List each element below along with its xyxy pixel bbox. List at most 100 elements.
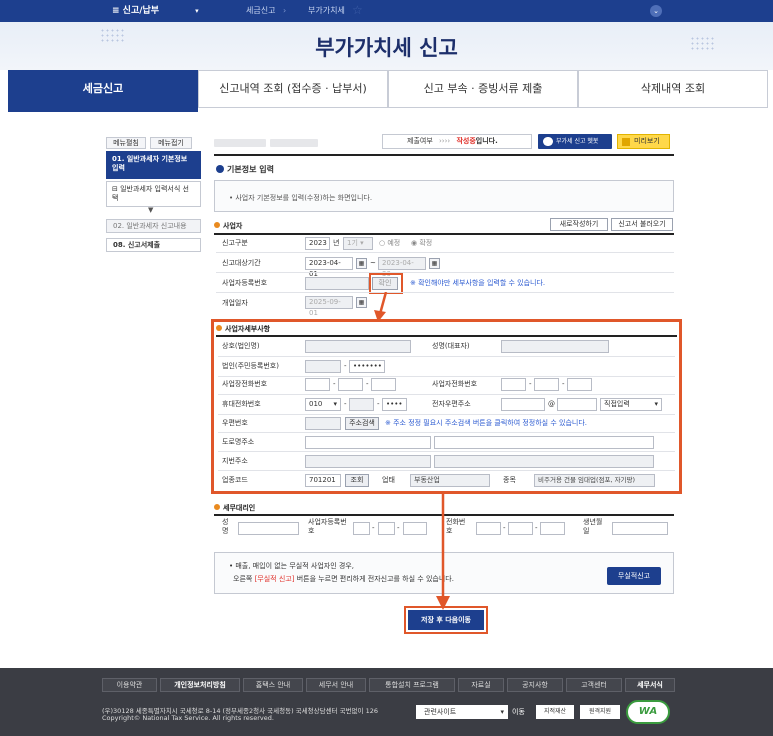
company-name-input[interactable] bbox=[305, 340, 411, 353]
email-id-input[interactable] bbox=[501, 398, 545, 411]
agent-name-input[interactable] bbox=[238, 522, 299, 535]
biz-tel-3-input[interactable] bbox=[371, 378, 396, 391]
footer-link-support[interactable]: 고객센터 bbox=[566, 678, 622, 692]
biz-tel-2-input[interactable] bbox=[338, 378, 363, 391]
footer-link-hometax[interactable]: 홈택스 안내 bbox=[243, 678, 303, 692]
agent-tel-3-input[interactable] bbox=[540, 522, 565, 535]
open-date-input[interactable]: 2025-09-01 bbox=[305, 296, 353, 317]
expand-circle-icon[interactable]: ⌄ bbox=[650, 5, 662, 17]
arrow-down-icon bbox=[436, 492, 450, 610]
agent-regno-label: 사업자등록번호 bbox=[308, 518, 347, 535]
regno-input[interactable] bbox=[305, 277, 369, 290]
breadcrumb-vat[interactable]: 부가가치세 bbox=[308, 0, 345, 22]
footer-link-forms[interactable]: 세무서식 bbox=[625, 678, 675, 692]
help-bot-label: 부가세 신고 헷봇 bbox=[556, 138, 599, 145]
menu-collapse-button[interactable]: 메뉴접기 bbox=[150, 137, 192, 149]
business-kind-input[interactable]: 비주거용 건물 임대업(점포, 자기땅) bbox=[534, 474, 655, 487]
top-nav-bar: ≡ 신고/납부 ▾ 세금신고 › 부가가치세 ☆ ⌄ bbox=[0, 0, 773, 22]
footer-link-notice[interactable]: 공지사항 bbox=[507, 678, 563, 692]
zip-input[interactable] bbox=[305, 417, 341, 430]
step-submit[interactable]: 08. 신고서제출 bbox=[106, 238, 201, 252]
footer-link-library[interactable]: 자료실 bbox=[458, 678, 504, 692]
dash: - bbox=[562, 380, 565, 388]
row-divider bbox=[218, 356, 675, 357]
road-address-detail-input[interactable] bbox=[434, 436, 654, 449]
tab-tax-return[interactable]: 세금신고 bbox=[8, 70, 198, 112]
mobile-mid-input[interactable] bbox=[349, 398, 374, 411]
help-bot-button[interactable]: 부가세 신고 헷봇 bbox=[538, 134, 612, 149]
footer-link-privacy[interactable]: 개인정보처리방침 bbox=[160, 678, 240, 692]
road-address-input[interactable] bbox=[305, 436, 431, 449]
menu-expand-button[interactable]: 메뉴펼침 bbox=[106, 137, 146, 149]
industry-lookup-button[interactable]: 조회 bbox=[345, 474, 369, 487]
calendar-icon[interactable]: ▦ bbox=[356, 297, 367, 308]
null-report-pre: 오른쪽 bbox=[233, 575, 253, 583]
home-tel-1-input[interactable] bbox=[501, 378, 526, 391]
period-from-input[interactable]: 2023-04-01 bbox=[305, 257, 353, 278]
rep-name-input[interactable] bbox=[501, 340, 609, 353]
main-menu-label: ≡ 신고/납부 bbox=[112, 6, 160, 16]
mobile-prefix-select[interactable]: 010 ▾ bbox=[305, 398, 341, 411]
section-detail-title: 사업자세부사항 bbox=[216, 324, 270, 334]
radio-final[interactable]: ◉ 확정 bbox=[411, 237, 432, 250]
main-menu-button[interactable]: ≡ 신고/납부 ▾ bbox=[112, 0, 199, 22]
corpno-front-input[interactable] bbox=[305, 360, 341, 373]
agent-tel-2-input[interactable] bbox=[508, 522, 533, 535]
email-domain-select[interactable]: 직접입력 ▾ bbox=[600, 398, 662, 411]
year-input[interactable]: 2023 bbox=[305, 237, 330, 250]
biz-tel-1-input[interactable] bbox=[305, 378, 330, 391]
tilde: ~ bbox=[370, 259, 376, 267]
name-label: 상호(법인명) bbox=[222, 342, 260, 350]
agent-birth-input[interactable] bbox=[612, 522, 668, 535]
related-sites-select[interactable]: 관련사이트 ▾ bbox=[416, 705, 508, 719]
footer-link-office[interactable]: 세무서 안내 bbox=[306, 678, 366, 692]
section-dot-icon bbox=[214, 504, 220, 510]
home-tel-3-input[interactable] bbox=[567, 378, 592, 391]
address-search-button[interactable]: 주소검색 bbox=[345, 417, 379, 430]
load-report-button[interactable]: 신고서 불러오기 bbox=[611, 218, 673, 231]
footer-link-terms[interactable]: 이용약관 bbox=[102, 678, 157, 692]
period-to-input[interactable]: 2023-04-30 bbox=[378, 257, 426, 278]
mobile-tail-input[interactable]: •••• bbox=[382, 398, 407, 411]
agent-regno-1-input[interactable] bbox=[353, 522, 370, 535]
agent-tel-1-input[interactable] bbox=[476, 522, 501, 535]
tab-deleted[interactable]: 삭제내역 조회 bbox=[578, 70, 768, 108]
breadcrumb-tax-return[interactable]: 세금신고 bbox=[246, 0, 275, 22]
related-go-button[interactable]: 이동 bbox=[512, 707, 525, 717]
preview-label: 미리보기 bbox=[634, 137, 660, 145]
remote-support-badge[interactable]: 원격지원 bbox=[580, 705, 620, 719]
calendar-icon[interactable]: ▦ bbox=[356, 258, 367, 269]
agent-regno-2-input[interactable] bbox=[378, 522, 395, 535]
star-icon[interactable]: ☆ bbox=[352, 3, 363, 17]
footer: 이용약관 개인정보처리방침 홈택스 안내 세무서 안내 통합설치 프로그램 자료… bbox=[0, 668, 773, 736]
home-tel-2-input[interactable] bbox=[534, 378, 559, 391]
step-basic-info-sub[interactable]: ⊟ 일반과세자 입력서식 선택 bbox=[106, 181, 201, 207]
dash: - bbox=[397, 524, 400, 532]
save-next-button[interactable]: 저장 후 다음이동 bbox=[408, 610, 484, 630]
ip-badge[interactable]: 지적재산 bbox=[536, 705, 574, 719]
radio-planned[interactable]: ○ 예정 bbox=[379, 237, 400, 250]
preview-button[interactable]: 미리보기 bbox=[617, 134, 670, 149]
dash: - bbox=[377, 400, 380, 408]
email-domain-input[interactable] bbox=[557, 398, 597, 411]
tab-history[interactable]: 신고내역 조회 (접수증 · 납부서) bbox=[198, 70, 388, 108]
agent-regno-3-input[interactable] bbox=[403, 522, 427, 535]
business-type-input[interactable]: 부동산업 bbox=[410, 474, 490, 487]
tab-attachments[interactable]: 신고 부속 · 증빙서류 제출 bbox=[388, 70, 578, 108]
new-write-button[interactable]: 새로작성하기 bbox=[550, 218, 608, 231]
row-divider bbox=[216, 272, 674, 273]
industry-code-input[interactable]: 701201 bbox=[305, 474, 341, 487]
dash: - bbox=[344, 400, 347, 408]
divider bbox=[216, 335, 677, 337]
footer-link-install[interactable]: 통합설치 프로그램 bbox=[369, 678, 455, 692]
jibun-address-label: 지번주소 bbox=[222, 457, 248, 465]
null-report-button[interactable]: 무실적신고 bbox=[607, 567, 661, 585]
corpno-back-input[interactable]: ••••••• bbox=[349, 360, 385, 373]
calendar-icon[interactable]: ▦ bbox=[429, 258, 440, 269]
row-divider bbox=[218, 394, 675, 395]
term-select[interactable]: 1기 ▾ bbox=[343, 237, 373, 250]
step-report-content[interactable]: 02. 일반과세자 신고내용 bbox=[106, 219, 201, 233]
jibun-address-input[interactable] bbox=[305, 455, 431, 468]
jibun-address-detail-input[interactable] bbox=[434, 455, 654, 468]
step-basic-info[interactable]: 01. 일반과세자 기본정보 입력 bbox=[106, 151, 201, 179]
